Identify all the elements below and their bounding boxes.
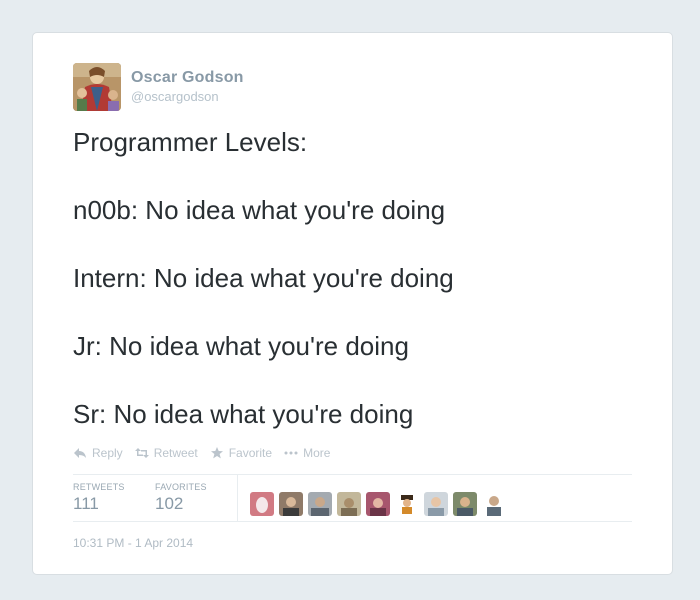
author-full-name[interactable]: Oscar Godson	[131, 69, 244, 87]
user-avatar-6[interactable]	[395, 491, 419, 516]
ellipsis-icon	[284, 446, 298, 460]
retweets-stat[interactable]: RETWEETS 111	[73, 475, 155, 521]
favorite-label: Favorite	[228, 446, 273, 460]
user-avatar-7[interactable]	[424, 491, 448, 516]
favorites-count: 102	[155, 494, 184, 513]
reply-icon	[73, 446, 87, 460]
retweet-label: Retweet	[153, 446, 198, 460]
reply-label: Reply	[92, 446, 123, 460]
retweets-label: RETWEETS	[73, 482, 125, 492]
tweet-card: Oscar Godson @oscargodson Programmer Lev…	[32, 32, 673, 575]
author-avatar-image	[73, 63, 121, 111]
favorites-stat[interactable]: FAVORITES 102	[155, 475, 237, 521]
tweet-line: n00b: No idea what you're doing	[73, 195, 446, 225]
user-avatar-3[interactable]	[308, 491, 332, 516]
retweets-count: 111	[73, 494, 99, 513]
stats-separator	[237, 475, 238, 521]
author-names: Oscar Godson @oscargodson	[131, 63, 244, 111]
egg-avatar[interactable]	[250, 491, 274, 516]
favorite-button[interactable]: Favorite	[210, 446, 272, 460]
star-icon	[210, 446, 224, 460]
user-avatar-9[interactable]	[482, 491, 506, 516]
tweet-line: Sr: No idea what you're doing	[73, 399, 414, 429]
retweet-button[interactable]: Retweet	[134, 446, 198, 460]
author-screen-name[interactable]: @oscargodson	[131, 89, 244, 104]
stats-divider	[73, 521, 632, 522]
user-avatar-4[interactable]	[337, 491, 361, 516]
favorites-label: FAVORITES	[155, 482, 207, 492]
more-button[interactable]: More	[284, 446, 330, 460]
favoriter-avatars	[250, 486, 511, 521]
user-avatar-8[interactable]	[453, 491, 477, 516]
tweet-text: Programmer Levels: n00b: No idea what yo…	[73, 125, 643, 431]
tweet-timestamp[interactable]: 10:31 PM - 1 Apr 2014	[73, 536, 193, 550]
tweet-stats: RETWEETS 111 FAVORITES 102	[73, 475, 634, 521]
tweet-actions: Reply Retweet Favorite More	[73, 446, 342, 460]
user-avatar-2[interactable]	[279, 491, 303, 516]
tweet-line: Programmer Levels:	[73, 127, 308, 157]
user-avatar-5[interactable]	[366, 491, 390, 516]
reply-button[interactable]: Reply	[73, 446, 123, 460]
tweet-line: Intern: No idea what you're doing	[73, 263, 454, 293]
author-avatar[interactable]	[73, 63, 121, 111]
more-label: More	[303, 446, 331, 460]
tweet-header: Oscar Godson @oscargodson	[73, 63, 244, 111]
retweet-icon	[134, 446, 149, 460]
tweet-line: Jr: No idea what you're doing	[73, 331, 409, 361]
